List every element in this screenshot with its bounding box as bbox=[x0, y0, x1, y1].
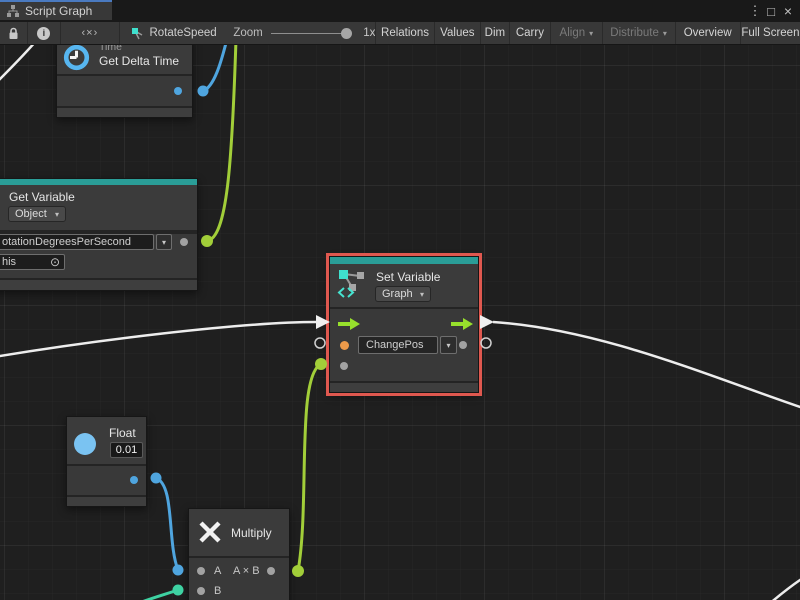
flow-arrowhead-right bbox=[480, 315, 494, 329]
flow-connection-bottomright bbox=[768, 576, 800, 600]
toolbar-button-dim[interactable]: Dim bbox=[481, 22, 510, 44]
variable-name-dropdown-button[interactable]: ▾ bbox=[440, 336, 457, 354]
tab-script-graph[interactable]: Script Graph bbox=[0, 0, 112, 20]
variable-name-dropdown-button[interactable]: ▾ bbox=[156, 234, 172, 250]
node-float[interactable]: Float 0.01 bbox=[66, 416, 147, 507]
endpoint-float-output bbox=[151, 473, 162, 484]
window-menu-icon[interactable]: ⋮ bbox=[748, 3, 762, 19]
float-icon bbox=[74, 433, 96, 455]
info-icon: i bbox=[37, 27, 50, 40]
node-set-variable[interactable]: Set Variable Graph ▾ ChangePos ▾ bbox=[329, 256, 479, 393]
toolbar-button-align[interactable]: Align▾ bbox=[551, 22, 602, 44]
node-multiply[interactable]: Multiply A A × B B bbox=[188, 508, 290, 600]
variable-name-field[interactable]: otationDegreesPerSecond bbox=[0, 234, 154, 250]
port-multiply-result-output[interactable] bbox=[267, 567, 275, 575]
port-variable-name-input[interactable] bbox=[340, 341, 349, 350]
port-multiply-a-input[interactable] bbox=[197, 567, 205, 575]
flow-arrowhead-left bbox=[316, 315, 330, 329]
port-variable-value-output[interactable] bbox=[459, 341, 467, 349]
tab-label: Script Graph bbox=[25, 4, 92, 18]
flow-input-arrow[interactable] bbox=[338, 317, 360, 331]
value-connection-delta-time-up bbox=[203, 45, 227, 91]
endpoint-set-variable-input bbox=[315, 358, 327, 370]
port-variable-value-output[interactable] bbox=[180, 238, 188, 246]
zoom-value: 1x bbox=[363, 27, 375, 39]
script-graph-tab-icon bbox=[7, 5, 19, 17]
node-category: Time bbox=[99, 45, 122, 53]
chevron-down-icon: ▾ bbox=[55, 210, 59, 219]
tab-bar: Script Graph ⋮ □ × bbox=[0, 0, 800, 22]
toolbar-button-values[interactable]: Values bbox=[435, 22, 481, 44]
node-title: Set Variable bbox=[376, 270, 440, 284]
window-maximize-icon[interactable]: □ bbox=[762, 4, 780, 19]
chevron-down-icon: ▾ bbox=[446, 341, 450, 350]
value-connection-into-multiply-b bbox=[110, 590, 178, 600]
toolbar-button-fullscreen[interactable]: Full Screen bbox=[741, 22, 800, 44]
lock-button[interactable] bbox=[0, 22, 28, 44]
value-connection-multiply-to-set-variable bbox=[298, 364, 321, 571]
variable-name-field[interactable]: ChangePos bbox=[358, 336, 438, 354]
port-variable-value-input[interactable] bbox=[340, 362, 348, 370]
variable-node-accent bbox=[330, 257, 478, 264]
object-picker-icon[interactable]: ⊙ bbox=[50, 257, 60, 267]
clock-icon bbox=[63, 45, 90, 71]
node-title: Float bbox=[109, 426, 136, 440]
endpoint-delta-time bbox=[198, 86, 209, 97]
window-close-icon[interactable]: × bbox=[780, 3, 796, 19]
flow-connection-into-set-variable bbox=[0, 322, 317, 357]
multiply-icon bbox=[198, 520, 222, 544]
chevron-down-icon: ▾ bbox=[663, 29, 667, 38]
set-variable-icon bbox=[336, 268, 366, 298]
node-title: Get Delta Time bbox=[99, 54, 179, 68]
port-label-result: A × B bbox=[233, 565, 260, 577]
node-title: Get Variable bbox=[9, 190, 75, 204]
flow-output-arrow[interactable] bbox=[451, 317, 473, 331]
unconnected-port-left bbox=[315, 338, 325, 348]
chevron-down-icon: ▾ bbox=[420, 290, 424, 299]
chevron-down-icon: ▾ bbox=[589, 29, 593, 38]
info-button[interactable]: i bbox=[28, 22, 62, 44]
zoom-slider[interactable] bbox=[271, 33, 345, 34]
unconnected-port-right bbox=[481, 338, 491, 348]
variable-scope-dropdown[interactable]: Graph ▾ bbox=[375, 286, 431, 302]
unity-script-graph-window: Script Graph ⋮ □ × i ‹×› Rotate bbox=[0, 0, 800, 600]
port-multiply-b-input[interactable] bbox=[197, 587, 205, 595]
port-delta-time-output[interactable] bbox=[174, 87, 182, 95]
endpoint-multiply-a bbox=[173, 565, 184, 576]
lock-icon bbox=[8, 27, 19, 40]
endpoint-get-variable bbox=[201, 235, 213, 247]
flow-connection-out-of-set-variable bbox=[493, 322, 800, 409]
code-view-button[interactable]: ‹×› bbox=[61, 22, 119, 44]
flow-connection-topleft bbox=[0, 45, 36, 83]
node-get-variable[interactable]: Get Variable Object ▾ otationDegreesPerS… bbox=[0, 178, 198, 291]
node-get-delta-time[interactable]: Time Get Delta Time bbox=[56, 45, 193, 118]
zoom-label: Zoom bbox=[233, 27, 262, 39]
code-icon: ‹×› bbox=[81, 27, 98, 39]
value-connection-get-variable-up bbox=[207, 45, 236, 241]
zoom-control: Zoom 1x bbox=[219, 22, 375, 44]
endpoint-multiply-b bbox=[173, 585, 184, 596]
breadcrumb-label: RotateSpeed bbox=[150, 27, 217, 39]
graph-canvas[interactable]: Time Get Delta Time Get Variable Object … bbox=[0, 45, 800, 600]
toolbar-button-carry[interactable]: Carry bbox=[510, 22, 551, 44]
node-title: Multiply bbox=[231, 526, 272, 540]
zoom-slider-handle[interactable] bbox=[341, 28, 352, 39]
toolbar-button-overview[interactable]: Overview bbox=[676, 22, 741, 44]
variable-scope-dropdown[interactable]: Object ▾ bbox=[8, 206, 66, 222]
breadcrumb[interactable]: RotateSpeed bbox=[120, 22, 220, 44]
port-label-a: A bbox=[214, 565, 221, 577]
toolbar-button-distribute[interactable]: Distribute▾ bbox=[603, 22, 676, 44]
graph-toolbar: i ‹×› RotateSpeed Zoom 1x Relations Valu… bbox=[0, 22, 800, 45]
value-connection-float-to-multiply-a bbox=[156, 478, 178, 570]
endpoint-multiply-output bbox=[292, 565, 304, 577]
port-label-b: B bbox=[214, 585, 221, 597]
port-float-output[interactable] bbox=[130, 476, 138, 484]
float-value-field[interactable]: 0.01 bbox=[110, 442, 143, 458]
chevron-down-icon: ▾ bbox=[162, 238, 166, 247]
variable-object-field[interactable]: his ⊙ bbox=[0, 254, 65, 270]
graph-node-icon bbox=[131, 27, 144, 40]
toolbar-button-relations[interactable]: Relations bbox=[375, 22, 434, 44]
